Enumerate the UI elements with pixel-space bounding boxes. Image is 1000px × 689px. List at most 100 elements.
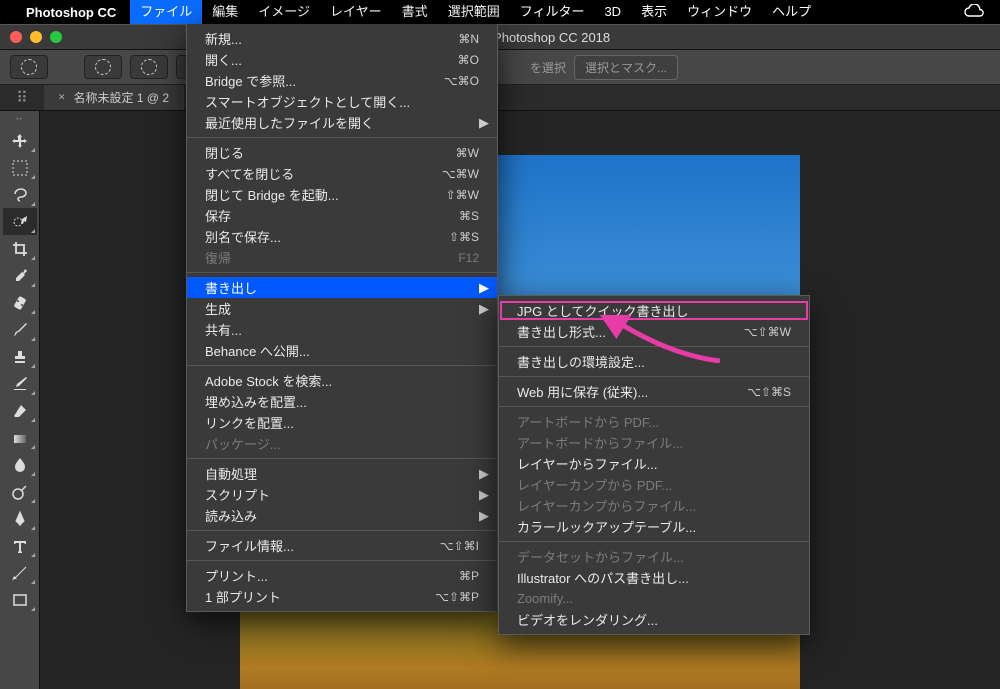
file-menu-item[interactable]: 別名で保存...⇧⌘S [187,226,497,247]
export-submenu-item[interactable]: Illustrator へのパス書き出し... [499,567,809,588]
file-menu-item[interactable]: Behance へ公開... [187,340,497,361]
document-tab[interactable]: ✕ 名称未設定 1 @ 2 [44,85,184,110]
file-menu-item[interactable]: 新規...⌘N [187,28,497,49]
heal-tool-icon[interactable] [3,289,37,316]
file-menu-separator [187,530,497,531]
type-tool-icon[interactable] [3,532,37,559]
file-menu-item-label: リンクを配置... [205,413,294,432]
file-menu-item-label: 最近使用したファイルを開く [205,113,374,132]
file-menu-item[interactable]: リンクを配置... [187,412,497,433]
menubar-item-フィルター[interactable]: フィルター [510,0,595,24]
file-menu-item[interactable]: 共有... [187,319,497,340]
file-menu-item-label: Behance へ公開... [205,341,310,360]
quick-select-tool-icon[interactable] [3,208,37,235]
export-submenu-item[interactable]: 書き出しの環境設定... [499,351,809,372]
window-traffic-lights[interactable] [10,31,62,43]
file-menu-item[interactable]: すべてを閉じる⌥⌘W [187,163,497,184]
export-submenu-item[interactable]: 書き出し形式...⌥⇧⌘W [499,321,809,342]
file-menu-item[interactable]: ファイル情報...⌥⇧⌘I [187,535,497,556]
menubar-item-ヘルプ[interactable]: ヘルプ [762,0,821,24]
eraser-tool-icon[interactable] [3,397,37,424]
move-tool-icon[interactable] [3,127,37,154]
export-submenu-item[interactable]: カラールックアップテーブル... [499,516,809,537]
brush-tool-icon[interactable] [3,316,37,343]
tab-grip-icon[interactable]: ⠿ [0,85,44,110]
bucket-tool-icon[interactable] [3,424,37,451]
shortcut-label: ⌘N [458,32,479,46]
submenu-chevron-icon: ▶ [479,466,489,482]
menubar-item-イメージ[interactable]: イメージ [248,0,320,24]
file-menu-item[interactable]: 生成▶ [187,298,497,319]
path-tool-icon[interactable] [3,559,37,586]
active-tool-icon[interactable] [10,55,48,79]
export-submenu-item-label: カラールックアップテーブル... [517,517,696,536]
blur-tool-icon[interactable] [3,451,37,478]
export-submenu-item[interactable]: ビデオをレンダリング... [499,609,809,630]
file-menu-item[interactable]: プリント...⌘P [187,565,497,586]
export-submenu-item: Zoomify... [499,588,809,609]
file-menu-item[interactable]: 保存⌘S [187,205,497,226]
file-menu-item-label: 復帰 [205,248,231,267]
file-menu-separator [187,137,497,138]
export-submenu-item-label: レイヤーカンプから PDF... [517,475,672,494]
export-submenu-item-label: アートボードからファイル... [517,433,683,452]
mac-menubar: Photoshop CC ファイル編集イメージレイヤー書式選択範囲フィルター3D… [0,0,1000,24]
file-menu-item-label: 保存 [205,206,231,225]
submenu-chevron-icon: ▶ [479,280,489,296]
export-submenu-item[interactable]: レイヤーからファイル... [499,453,809,474]
file-menu-item[interactable]: 閉じる⌘W [187,142,497,163]
file-menu-item[interactable]: 開く...⌘O [187,49,497,70]
file-menu-item[interactable]: スマートオブジェクトとして開く... [187,91,497,112]
file-menu-item: パッケージ... [187,433,497,454]
export-submenu-item: アートボードからファイル... [499,432,809,453]
menubar-item-編集[interactable]: 編集 [202,0,248,24]
pen-tool-icon[interactable] [3,505,37,532]
file-menu-item[interactable]: Bridge で参照...⌥⌘O [187,70,497,91]
options-bar: を選択 選択とマスク... [0,50,1000,85]
dodge-tool-icon[interactable] [3,478,37,505]
export-submenu-item[interactable]: JPG としてクイック書き出し [499,300,809,321]
rect-marquee-tool-icon[interactable] [3,154,37,181]
file-menu-item[interactable]: 閉じて Bridge を起動...⇧⌘W [187,184,497,205]
tool-panel-grip-icon[interactable]: •• [16,117,22,123]
file-menu-item-label: 別名で保存... [205,227,281,246]
menubar-item-表示[interactable]: 表示 [631,0,677,24]
file-menu-item[interactable]: 1 部プリント⌥⇧⌘P [187,586,497,607]
menubar-item-選択範囲[interactable]: 選択範囲 [438,0,510,24]
eyedropper-tool-icon[interactable] [3,262,37,289]
brush-preset-icon[interactable] [84,55,122,79]
file-menu-item-label: 書き出し [205,278,257,297]
menubar-item-レイヤー[interactable]: レイヤー [320,0,392,24]
shortcut-label: ⌘O [458,53,479,67]
file-menu-item[interactable]: Adobe Stock を検索... [187,370,497,391]
rect-shape-tool-icon[interactable] [3,586,37,613]
cc-cloud-icon[interactable] [964,4,984,21]
file-menu-item[interactable]: 読み込み▶ [187,505,497,526]
history-tool-icon[interactable] [3,370,37,397]
file-menu-item[interactable]: 書き出し ▶ [187,277,497,298]
export-submenu: JPG としてクイック書き出し書き出し形式...⌥⇧⌘W 書き出しの環境設定...… [498,295,810,635]
file-menu-dropdown: 新規...⌘N開く...⌘OBridge で参照...⌥⌘Oスマートオブジェクト… [186,24,498,612]
close-tab-icon[interactable]: ✕ [58,92,66,103]
file-menu-item[interactable]: 埋め込みを配置... [187,391,497,412]
menubar-item-書式[interactable]: 書式 [392,0,438,24]
shortcut-label: ⌥⇧⌘S [747,385,791,399]
titlebar: Adobe Photoshop CC 2018 [0,25,1000,50]
lasso-tool-icon[interactable] [3,181,37,208]
file-menu-item[interactable]: スクリプト▶ [187,484,497,505]
export-submenu-item[interactable]: Web 用に保存 (従来)...⌥⇧⌘S [499,381,809,402]
file-menu-item-label: 閉じる [205,143,244,162]
menubar-item-3D[interactable]: 3D [594,0,631,24]
file-menu-item[interactable]: 自動処理▶ [187,463,497,484]
file-menu-separator [187,560,497,561]
file-menu-item[interactable]: 最近使用したファイルを開く▶ [187,112,497,133]
crop-tool-icon[interactable] [3,235,37,262]
new-selection-icon[interactable] [130,55,168,79]
file-menu-item-label: Adobe Stock を検索... [205,371,332,390]
stamp-tool-icon[interactable] [3,343,37,370]
menubar-item-ファイル[interactable]: ファイル [130,0,202,24]
app-name[interactable]: Photoshop CC [26,5,116,20]
menubar-item-ウィンドウ[interactable]: ウィンドウ [677,0,762,24]
select-and-mask-button[interactable]: 選択とマスク... [574,55,678,80]
file-menu-item: 復帰F12 [187,247,497,268]
